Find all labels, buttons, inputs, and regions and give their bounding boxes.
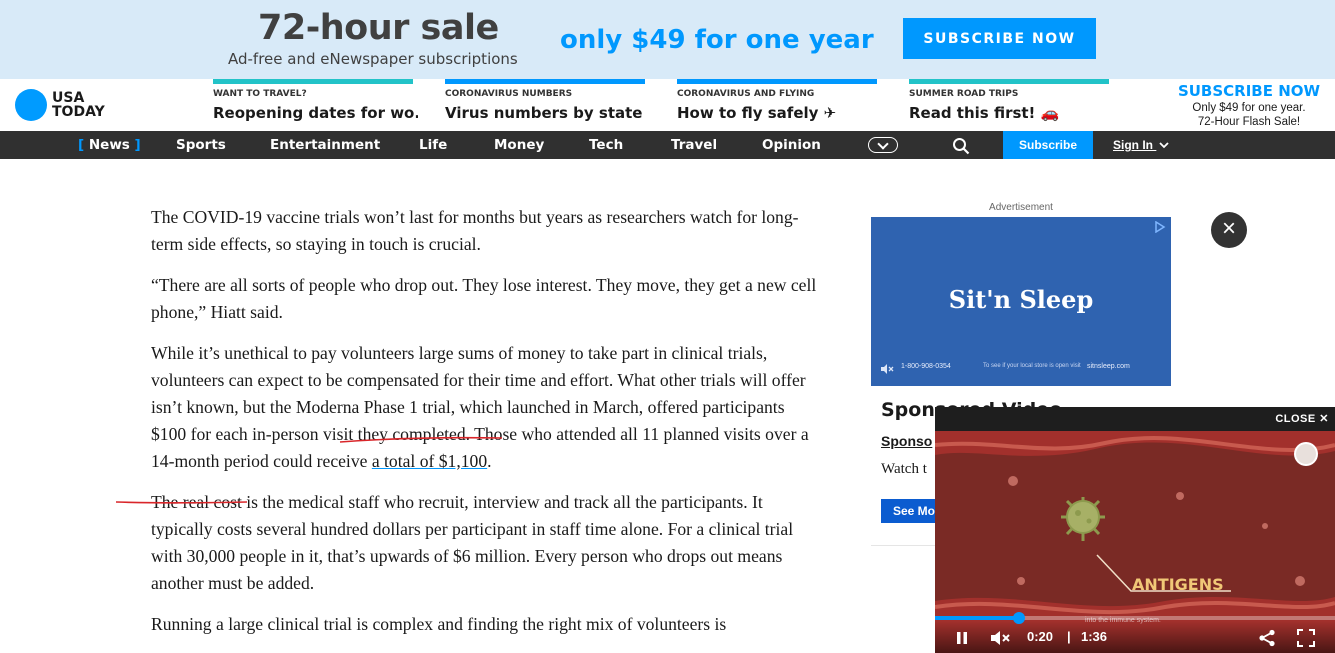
sponsored-link[interactable]: Sponso	[881, 433, 932, 449]
progress-handle[interactable]	[1013, 612, 1025, 624]
video-label: ANTIGENS	[1132, 575, 1224, 594]
total-duration: 1:36	[1081, 629, 1108, 644]
video-frame[interactable]: ANTIGENS into the immune system. 0:20 | …	[935, 431, 1335, 653]
muted-speaker-icon[interactable]	[880, 363, 894, 375]
close-label: CLOSE	[1275, 413, 1316, 425]
ad-brand-logo: Sit'n Sleep	[948, 285, 1094, 314]
pause-icon[interactable]	[955, 631, 969, 645]
sponsored-text: Watch t	[881, 461, 927, 477]
current-time: 0:20	[1027, 629, 1054, 644]
ad-text: To see if your local store is open visit	[983, 363, 1081, 369]
annotation-underline	[339, 436, 503, 443]
share-icon[interactable]	[1258, 629, 1276, 647]
adchoices-icon[interactable]	[1154, 221, 1166, 233]
fullscreen-icon[interactable]	[1297, 629, 1315, 647]
player-header: CLOSE ✕	[935, 407, 1335, 431]
close-icon: ✕	[1319, 413, 1329, 425]
progress-fill	[935, 616, 1019, 620]
mute-icon[interactable]	[990, 630, 1012, 646]
video-player[interactable]: CLOSE ✕ ANTIGENS 0:20 | 1:36	[935, 407, 1335, 653]
ad-phone: 1-800-908-0354	[901, 363, 951, 370]
ad-url: sitnsleep.com	[1087, 363, 1130, 370]
annotation-underline	[115, 501, 248, 504]
advertisement[interactable]: Sit'n Sleep 1-800-908-0354 To see if you…	[871, 217, 1171, 386]
ad-label: Advertisement	[989, 202, 1053, 213]
close-icon[interactable]: ×	[1211, 212, 1247, 248]
close-player-button[interactable]: CLOSE ✕	[1275, 412, 1329, 425]
usa-today-badge-icon	[1294, 442, 1318, 466]
time-separator: |	[1067, 629, 1071, 644]
antigen-virus-icon	[1061, 497, 1105, 541]
see-more-button[interactable]: See Mo	[881, 499, 941, 523]
